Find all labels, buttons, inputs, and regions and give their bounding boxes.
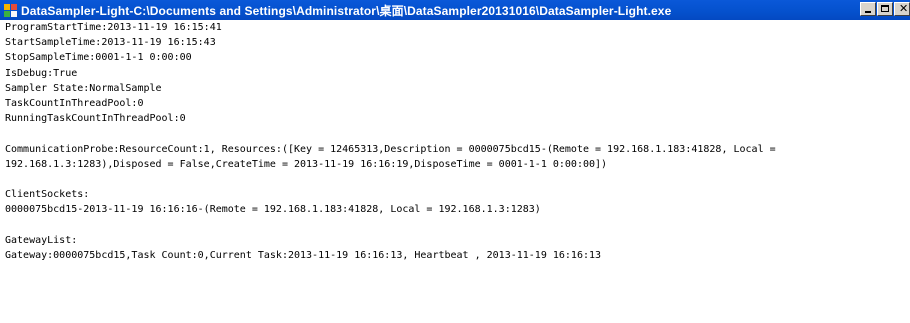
- console-line: RunningTaskCountInThreadPool:0: [5, 113, 186, 125]
- console-line: TaskCountInThreadPool:0: [5, 97, 144, 109]
- close-button[interactable]: ✕: [894, 2, 910, 16]
- console-line: 0000075bcd15-2013-11-19 16:16:16-(Remote…: [5, 204, 541, 216]
- console-line: Sampler State:NormalSample: [5, 82, 162, 94]
- console-line: 192.168.1.3:1283),Disposed = False,Creat…: [5, 158, 608, 170]
- console-line: StartSampleTime:2013-11-19 16:15:43: [5, 37, 216, 49]
- console-line: ProgramStartTime:2013-11-19 16:15:41: [5, 22, 222, 33]
- window-controls: ✕: [859, 2, 910, 16]
- app-window: DataSampler-Light-C:\Documents and Setti…: [0, 0, 910, 323]
- window-title: DataSampler-Light-C:\Documents and Setti…: [21, 3, 672, 18]
- console-output[interactable]: ProgramStartTime:2013-11-19 16:15:41 Sta…: [0, 20, 910, 323]
- console-line: CommunicationProbe:ResourceCount:1, Reso…: [5, 143, 776, 155]
- console-line: Gateway:0000075bcd15,Task Count:0,Curren…: [5, 249, 602, 261]
- console-line: StopSampleTime:0001-1-1 0:00:00: [5, 52, 192, 64]
- maximize-button[interactable]: [877, 2, 893, 16]
- maximize-icon: [881, 5, 889, 12]
- app-icon[interactable]: [4, 3, 17, 17]
- console-line: GatewayList:: [5, 234, 78, 246]
- close-icon: ✕: [899, 2, 909, 15]
- console-line: ClientSockets:: [5, 189, 90, 201]
- minimize-button[interactable]: [860, 2, 876, 16]
- console-line: IsDebug:True: [5, 67, 78, 79]
- minimize-icon: [865, 11, 871, 13]
- title-bar[interactable]: DataSampler-Light-C:\Documents and Setti…: [0, 0, 910, 20]
